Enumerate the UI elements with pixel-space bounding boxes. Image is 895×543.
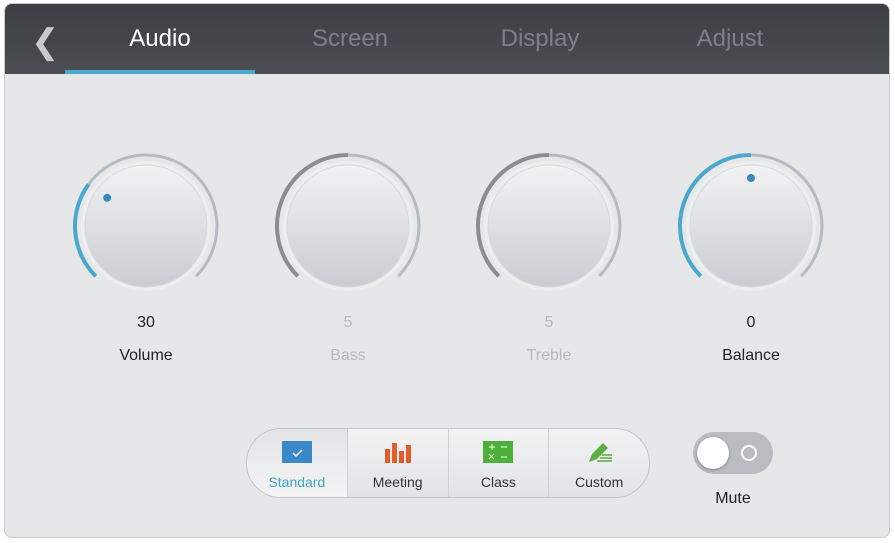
audio-settings-window: ❮ Audio Screen Display Adjust 30 Volume 5… [4, 3, 890, 538]
mode-label: Class [480, 474, 516, 490]
tab-adjust[interactable]: Adjust [635, 4, 825, 74]
header-bar: ❮ Audio Screen Display Adjust [5, 4, 889, 74]
knob-indicator-dot [103, 193, 112, 202]
off-indicator-icon [741, 445, 757, 461]
toggle-thumb [697, 437, 729, 469]
mode-meeting-button[interactable]: Meeting [348, 429, 449, 497]
mute-label: Mute [715, 490, 751, 507]
volume-knob[interactable]: 30 Volume [66, 149, 226, 379]
volume-label: Volume [119, 347, 173, 364]
balance-label: Balance [722, 347, 780, 364]
sound-mode-selector: Standard Meeting Class Custom [246, 428, 650, 498]
math-icon [483, 441, 514, 463]
bass-label: Bass [330, 347, 366, 364]
tab-screen[interactable]: Screen [255, 4, 445, 74]
mode-standard-button[interactable]: Standard [247, 429, 348, 497]
knob-face [689, 164, 813, 288]
bar-chart-icon [384, 443, 411, 463]
mute-toggle[interactable] [693, 432, 773, 474]
mode-label: Meeting [372, 474, 423, 490]
treble-knob[interactable]: 5 Treble [469, 149, 629, 379]
treble-label: Treble [526, 347, 572, 364]
treble-value: 5 [544, 314, 554, 331]
knob-face [487, 164, 611, 288]
bass-knob[interactable]: 5 Bass [268, 149, 428, 379]
knob-face [286, 164, 410, 288]
mode-custom-button[interactable]: Custom [549, 429, 649, 497]
knob-indicator-dot [747, 174, 755, 182]
bass-value: 5 [343, 314, 353, 331]
tab-audio[interactable]: Audio [65, 4, 255, 74]
volume-value: 30 [137, 314, 155, 331]
pencil-icon [589, 443, 613, 462]
knob-face [84, 164, 208, 288]
balance-value: 0 [746, 314, 756, 331]
tab-display[interactable]: Display [445, 4, 635, 74]
mode-class-button[interactable]: Class [449, 429, 550, 497]
back-chevron-icon[interactable]: ❮ [31, 22, 60, 62]
check-icon [281, 441, 312, 463]
mode-label: Custom [575, 474, 624, 490]
mode-label: Standard [268, 474, 326, 490]
balance-knob[interactable]: 0 Balance [671, 149, 831, 379]
